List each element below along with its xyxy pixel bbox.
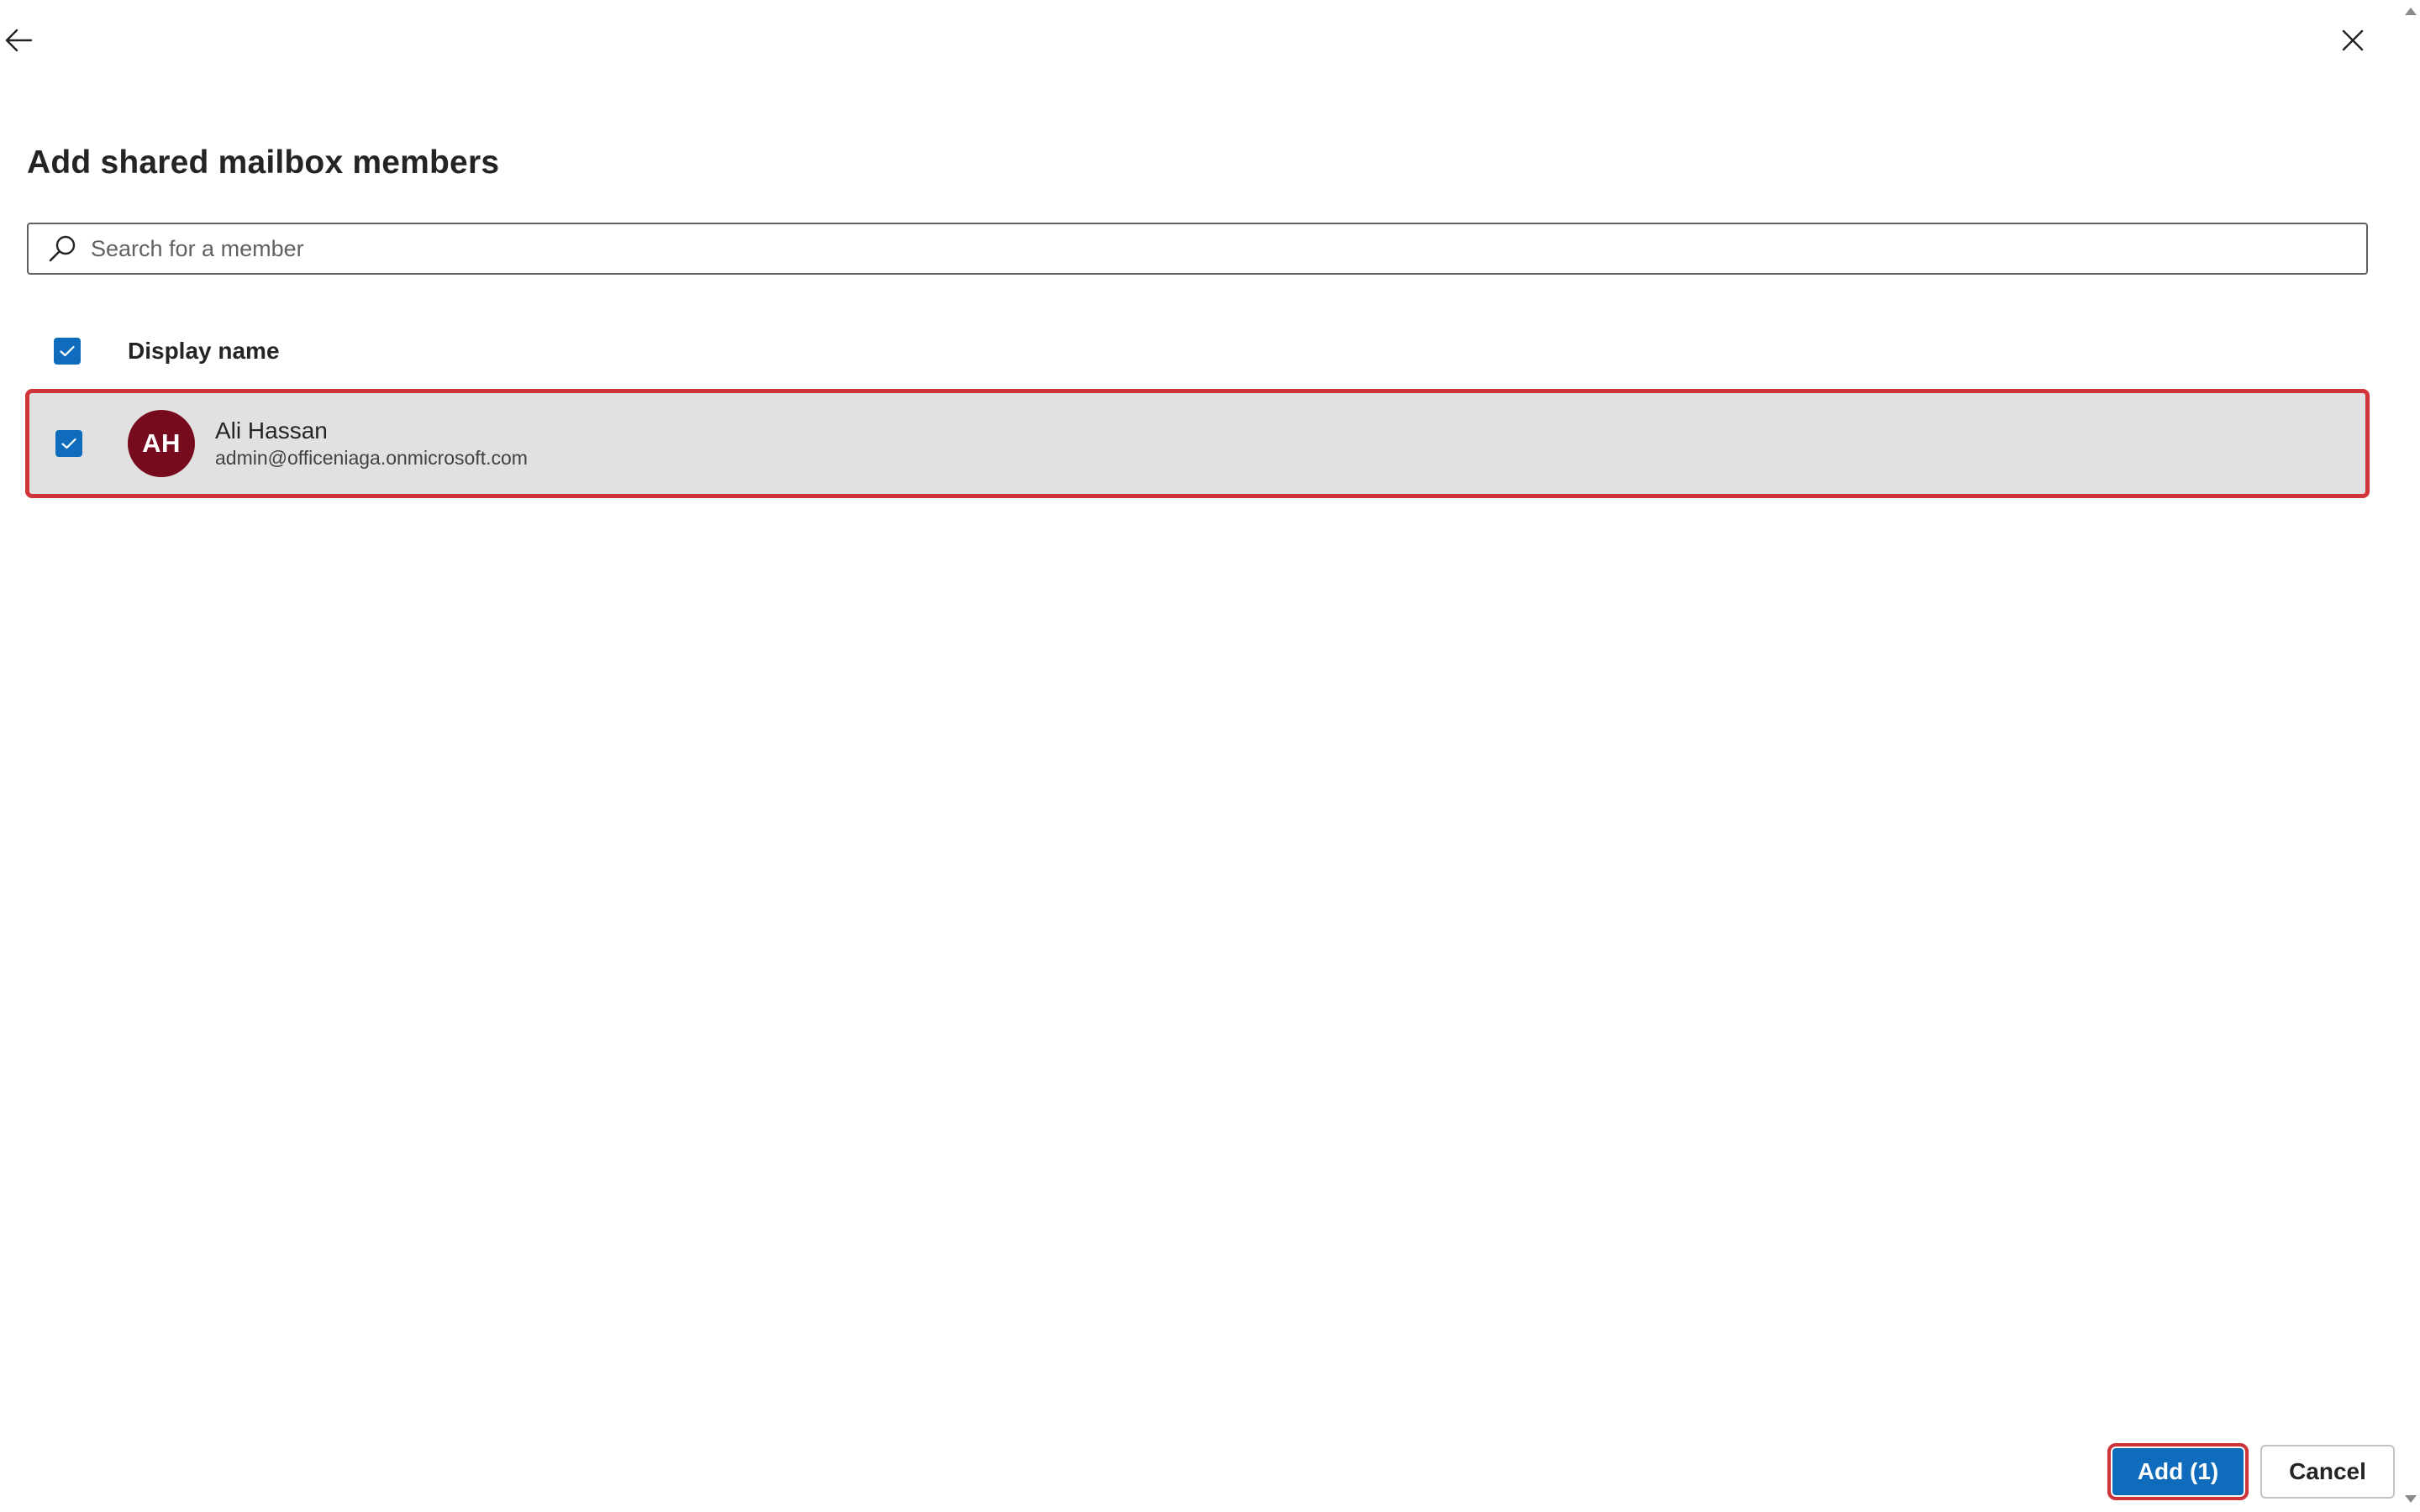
- search-box[interactable]: [27, 223, 2368, 275]
- triangle-up-icon: [2405, 8, 2417, 15]
- add-button[interactable]: Add (1): [2107, 1443, 2249, 1500]
- member-row[interactable]: AH Ali Hassan admin@officeniaga.onmicros…: [25, 389, 2370, 498]
- column-header-display-name[interactable]: Display name: [128, 338, 280, 365]
- list-header: Display name: [27, 326, 2368, 376]
- member-name: Ali Hassan: [215, 417, 328, 444]
- checkmark-icon: [60, 345, 75, 357]
- checkmark-icon: [61, 438, 76, 449]
- page-title: Add shared mailbox members: [27, 144, 500, 181]
- select-all-checkbox[interactable]: [54, 338, 81, 365]
- member-email: admin@officeniaga.onmicrosoft.com: [215, 447, 528, 469]
- triangle-down-icon: [2405, 1495, 2417, 1503]
- cancel-button[interactable]: Cancel: [2260, 1445, 2395, 1499]
- close-button[interactable]: [2333, 22, 2373, 59]
- scrollbar-down-arrow[interactable]: [2403, 1494, 2418, 1505]
- close-icon: [2342, 29, 2364, 51]
- search-input[interactable]: [89, 234, 2366, 263]
- arrow-left-icon: [5, 29, 33, 52]
- scrollbar-up-arrow[interactable]: [2403, 5, 2418, 17]
- search-icon: [47, 234, 77, 264]
- avatar: AH: [128, 410, 195, 477]
- member-info: Ali Hassan admin@officeniaga.onmicrosoft…: [215, 417, 528, 470]
- member-checkbox[interactable]: [55, 430, 82, 457]
- back-button[interactable]: [0, 24, 37, 57]
- add-members-panel: Add shared mailbox members Display name: [0, 0, 2420, 1512]
